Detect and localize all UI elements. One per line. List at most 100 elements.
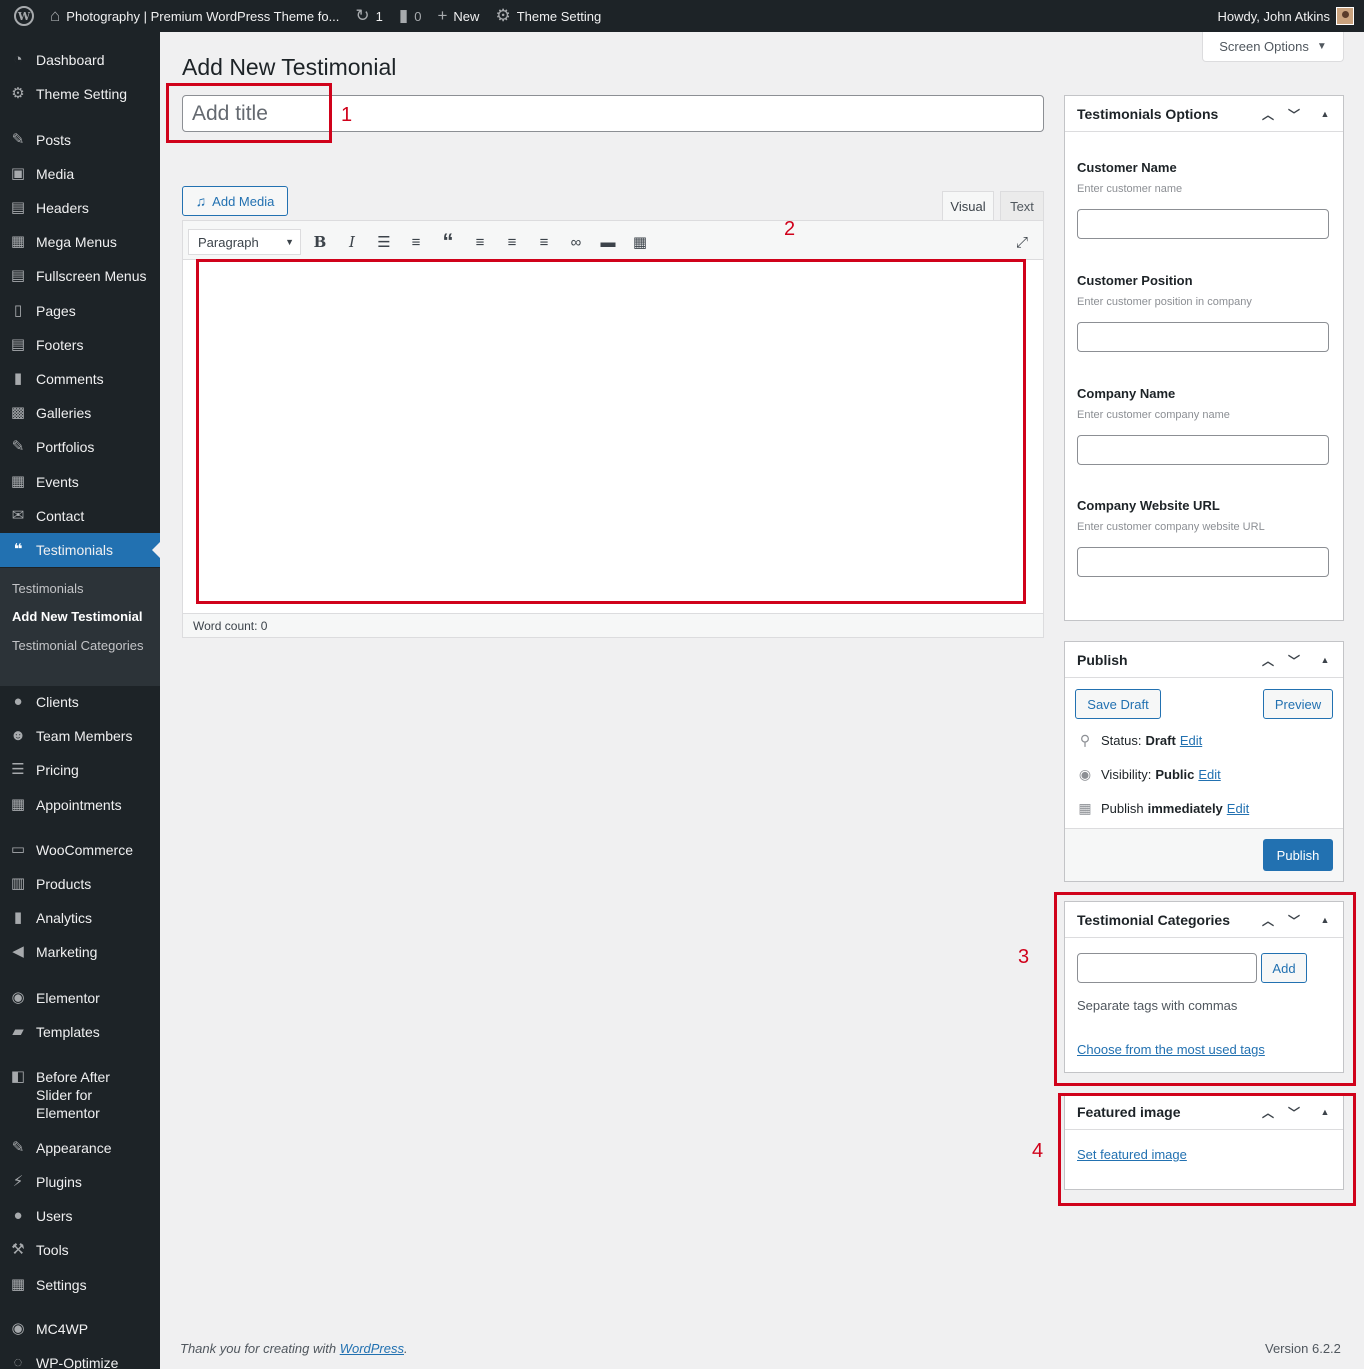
- add-media-label: Add Media: [212, 193, 275, 209]
- sidebar-item-portfolios[interactable]: ✎ Portfolios: [0, 438, 160, 456]
- bold-icon[interactable]: B: [306, 229, 334, 255]
- move-down-icon[interactable]: ﹀: [1284, 105, 1304, 123]
- sidebar-item-wp-optimize[interactable]: ◌ WP-Optimize: [0, 1354, 160, 1369]
- toggle-panel-icon[interactable]: ▲: [1315, 651, 1335, 669]
- align-center-icon[interactable]: ≡: [498, 229, 526, 255]
- annotation-box-editor: [196, 259, 1026, 604]
- sidebar-item-label: Analytics: [36, 910, 93, 926]
- sidebar-item-comments[interactable]: ▮ Comments: [0, 370, 160, 388]
- fullscreen-icon[interactable]: ⤢: [1008, 229, 1036, 255]
- footers-icon: ▤: [10, 336, 26, 353]
- comments-link[interactable]: ▮ 0: [391, 0, 430, 32]
- envelope-icon: ✉: [11, 507, 25, 524]
- sidebar-item-mega-menus[interactable]: ▦ Mega Menus: [0, 233, 160, 251]
- sidebar-item-tools[interactable]: ⚒ Tools: [0, 1241, 160, 1259]
- move-down-icon[interactable]: ﹀: [1284, 651, 1304, 669]
- sidebar-item-pages[interactable]: ▯ Pages: [0, 302, 160, 320]
- pin-icon: ⚲: [1079, 732, 1091, 748]
- sidebar-item-templates[interactable]: ▰ Templates: [0, 1023, 160, 1041]
- read-more-icon[interactable]: ▬: [594, 229, 622, 255]
- customer-position-field[interactable]: [1077, 322, 1329, 352]
- wp-logo-menu[interactable]: W: [0, 0, 42, 32]
- sidebar-item-testimonials[interactable]: ❝ Testimonials: [0, 533, 160, 567]
- portfolios-icon: ✎: [11, 438, 25, 455]
- add-media-button[interactable]: ♫ Add Media: [182, 186, 288, 216]
- my-account-link[interactable]: Howdy, John Atkins: [1210, 0, 1364, 32]
- sidebar-item-team-members[interactable]: ☻ Team Members: [0, 727, 160, 745]
- sidebar-item-woocommerce[interactable]: ▭ WooCommerce: [0, 841, 160, 859]
- submenu-item-testimonial-categories[interactable]: Testimonial Categories: [12, 637, 152, 655]
- sidebar-item-headers[interactable]: ▤ Headers: [0, 199, 160, 217]
- sidebar-item-analytics[interactable]: ▮ Analytics: [0, 909, 160, 927]
- submenu-item-add-new-testimonial[interactable]: Add New Testimonial: [12, 608, 152, 626]
- sidebar-item-contact[interactable]: ✉ Contact: [0, 507, 160, 525]
- tab-visual[interactable]: Visual: [942, 191, 994, 220]
- sidebar-item-elementor[interactable]: ◉ Elementor: [0, 989, 160, 1007]
- submenu-item-testimonials[interactable]: Testimonials: [12, 580, 152, 598]
- sidebar-item-settings[interactable]: ▦ Settings: [0, 1276, 160, 1294]
- sidebar-item-media[interactable]: ▣ Media: [0, 165, 160, 183]
- company-website-field[interactable]: [1077, 547, 1329, 577]
- sidebar-item-galleries[interactable]: ▩ Galleries: [0, 404, 160, 422]
- editor-toolbar: Paragraph ▼ B I ☰ ≡ “ ≡ ≡ ≡ ∞ ▬ ▦ ⤢: [183, 221, 1043, 260]
- plus-icon: +: [437, 6, 448, 25]
- wordpress-link[interactable]: WordPress: [340, 1341, 404, 1356]
- plug-icon: ⚡: [12, 1173, 24, 1190]
- sidebar-item-label: Pricing: [36, 762, 79, 778]
- blockquote-icon[interactable]: “: [434, 229, 462, 255]
- sidebar-item-appearance[interactable]: ✎ Appearance: [0, 1139, 160, 1157]
- caret-down-icon: ▼: [285, 237, 294, 247]
- sidebar-item-theme-setting[interactable]: ⚙ Theme Setting: [0, 85, 160, 103]
- site-name-link[interactable]: ⌂ Photography | Premium WordPress Theme …: [42, 0, 347, 32]
- move-up-icon[interactable]: ︿: [1258, 651, 1278, 669]
- align-left-icon[interactable]: ≡: [466, 229, 494, 255]
- edit-visibility-link[interactable]: Edit: [1198, 767, 1220, 782]
- link-icon[interactable]: ∞: [562, 229, 590, 255]
- italic-icon[interactable]: I: [338, 229, 366, 255]
- preview-button[interactable]: Preview: [1263, 689, 1333, 719]
- updates-link[interactable]: ↻ 1: [347, 0, 390, 32]
- save-draft-button[interactable]: Save Draft: [1075, 689, 1161, 719]
- sidebar-item-pricing[interactable]: ☰ Pricing: [0, 761, 160, 779]
- sidebar-item-appointments[interactable]: ▦ Appointments: [0, 796, 160, 814]
- theme-setting-label: Theme Setting: [516, 8, 602, 24]
- publish-button[interactable]: Publish: [1263, 839, 1333, 871]
- sidebar-item-products[interactable]: ▥ Products: [0, 875, 160, 893]
- numbered-list-icon[interactable]: ≡: [402, 229, 430, 255]
- sidebar-item-marketing[interactable]: ◀ Marketing: [0, 943, 160, 961]
- new-content-link[interactable]: + New: [429, 0, 487, 32]
- sidebar-item-posts[interactable]: ✎ Posts: [0, 131, 160, 149]
- sidebar-item-mc4wp[interactable]: ◉ MC4WP: [0, 1320, 160, 1338]
- sidebar-item-dashboard[interactable]: ◔ Dashboard: [0, 51, 160, 69]
- align-right-icon[interactable]: ≡: [530, 229, 558, 255]
- toolbar-toggle-icon[interactable]: ▦: [626, 229, 654, 255]
- sidebar-item-clients[interactable]: ● Clients: [0, 693, 160, 711]
- tab-text[interactable]: Text: [1000, 191, 1044, 220]
- sidebar-item-fullscreen-menus[interactable]: ▤ Fullscreen Menus: [0, 267, 160, 285]
- sidebar-item-label: Appearance: [36, 1140, 112, 1156]
- company-name-field[interactable]: [1077, 435, 1329, 465]
- edit-publish-date-link[interactable]: Edit: [1227, 801, 1249, 816]
- optimize-icon: ◌: [13, 1354, 23, 1369]
- edit-status-link[interactable]: Edit: [1180, 733, 1202, 748]
- testimonials-options-header: Testimonials Options ︿ ﹀ ▲: [1065, 96, 1343, 132]
- customer-name-field[interactable]: [1077, 209, 1329, 239]
- visibility-value: Public: [1155, 767, 1195, 782]
- before-after-icon: ◧: [10, 1068, 26, 1085]
- sidebar-item-footers[interactable]: ▤ Footers: [0, 336, 160, 354]
- format-select[interactable]: Paragraph ▼: [188, 229, 301, 255]
- screen-options-button[interactable]: Screen Options ▼: [1202, 32, 1344, 62]
- move-up-icon[interactable]: ︿: [1258, 105, 1278, 123]
- format-select-value: Paragraph: [198, 234, 259, 250]
- bulleted-list-icon[interactable]: ☰: [370, 229, 398, 255]
- sidebar-item-label: Mega Menus: [36, 234, 117, 250]
- word-count: Word count: 0: [183, 613, 1043, 637]
- footer-version: Version 6.2.2: [1265, 1341, 1341, 1356]
- sidebar-item-plugins[interactable]: ⚡ Plugins: [0, 1173, 160, 1191]
- theme-setting-link[interactable]: ⚙ Theme Setting: [487, 0, 609, 32]
- toggle-panel-icon[interactable]: ▲: [1315, 105, 1335, 123]
- sidebar-item-before-after-slider-for-elementor[interactable]: ◧ Before After Slider for Elementor: [0, 1068, 160, 1122]
- sidebar-item-users[interactable]: ● Users: [0, 1207, 160, 1225]
- annotation-number-4: 4: [1032, 1140, 1044, 1162]
- sidebar-item-events[interactable]: ▦ Events: [0, 473, 160, 491]
